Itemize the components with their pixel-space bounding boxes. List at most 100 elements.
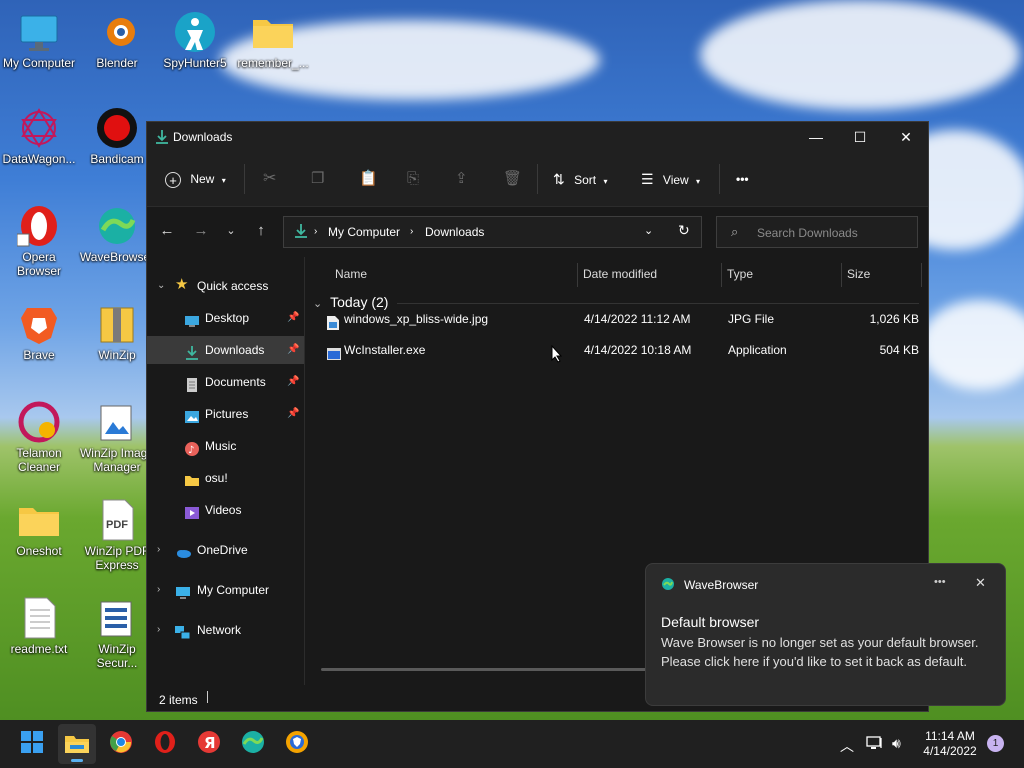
minimize-button[interactable]: — (793, 122, 839, 152)
title-bar[interactable]: Downloads — ☐ ✕ (147, 122, 928, 152)
bandicam-icon (95, 106, 139, 150)
more-options-button[interactable]: ••• (736, 167, 749, 191)
desktop-icon-blender[interactable]: Blender (78, 6, 156, 70)
search-box[interactable]: ⌕ Search Downloads (716, 216, 918, 248)
datawagon-icon (17, 106, 61, 150)
cut-button[interactable]: ✂ (263, 167, 276, 191)
clock-date: 4/14/2022 (923, 744, 977, 758)
notification-toast[interactable]: WaveBrowser ••• ✕ Default browser Wave B… (645, 563, 1006, 706)
sidebar-item-quick-access[interactable]: ⌄ ★ Quick access (147, 272, 304, 300)
rename-button[interactable]: ⎘ (407, 167, 419, 191)
up-button[interactable]: ↑ (249, 219, 273, 243)
maximize-button[interactable]: ☐ (837, 122, 883, 152)
share-button[interactable]: ⇪ (455, 167, 468, 191)
view-button[interactable]: ☰ View ▾ (641, 167, 700, 191)
notification-close-button[interactable]: ✕ (975, 575, 986, 591)
taskbar: Я ︿ 🔊︎ 11:14 AM 4/14/2022 1 (0, 720, 1024, 768)
sidebar-label: Downloads (205, 343, 265, 357)
desktop-icon-readme[interactable]: readme.txt (0, 592, 78, 656)
desktop-icon-remember[interactable]: remember_... (234, 6, 312, 70)
new-button[interactable]: + New ▾ (165, 167, 226, 191)
volume-icon[interactable]: 🔊︎ (892, 735, 901, 752)
taskbar-wavebrowser[interactable] (239, 730, 267, 758)
column-divider[interactable] (841, 263, 842, 287)
sidebar-item-music[interactable]: ♪ Music (147, 432, 304, 460)
sidebar-item-documents[interactable]: Documents 📌 (147, 368, 304, 396)
sidebar-item-pictures[interactable]: Pictures 📌 (147, 400, 304, 428)
column-divider[interactable] (921, 263, 922, 287)
brave-icon (17, 302, 61, 346)
column-header-size[interactable]: Size (847, 267, 870, 281)
taskbar-file-explorer[interactable] (58, 724, 96, 764)
back-button[interactable]: ← (155, 219, 179, 243)
file-type: Application (728, 343, 787, 357)
notification-badge[interactable]: 1 (987, 735, 1004, 752)
copy-button[interactable]: ❐ (311, 167, 324, 191)
computer-icon (175, 582, 190, 599)
forward-button[interactable]: → (189, 219, 213, 243)
taskbar-yandex[interactable]: Я (195, 730, 223, 758)
desktop-icon-brave[interactable]: Brave (0, 298, 78, 362)
notification-more-button[interactable]: ••• (934, 576, 946, 588)
file-row[interactable]: windows_xp_bliss-wide.jpg 4/14/2022 11:1… (323, 305, 923, 333)
desktop-icon-label: Blender (96, 56, 138, 70)
clock[interactable]: 11:14 AM 4/14/2022 (920, 729, 980, 759)
recent-locations-button[interactable]: ⌄ (219, 219, 243, 243)
desktop-icon-winzip-pdf[interactable]: PDF WinZip PDF Express (78, 494, 156, 572)
sort-button[interactable]: ⇅ Sort ▾ (553, 167, 607, 191)
column-header-name[interactable]: Name (335, 267, 367, 281)
sidebar-item-videos[interactable]: Videos (147, 496, 304, 524)
winzip-icon (95, 302, 139, 346)
taskbar-opera[interactable] (151, 730, 179, 758)
divider (719, 164, 720, 194)
file-row[interactable]: WcInstaller.exe 4/14/2022 10:18 AM Appli… (323, 336, 923, 364)
paste-button[interactable]: 📋 (359, 167, 378, 191)
column-header-type[interactable]: Type (727, 267, 753, 281)
folder-icon (65, 736, 89, 753)
desktop-icon-opera[interactable]: Opera Browser (0, 200, 78, 278)
taskbar-secure-browser[interactable] (283, 730, 311, 758)
breadcrumb-my-computer[interactable]: My Computer (328, 225, 400, 239)
column-divider[interactable] (577, 263, 578, 287)
desktop-icon-winzip-secure[interactable]: WinZip Secur... (78, 592, 156, 670)
sidebar-item-osu[interactable]: osu! (147, 464, 304, 492)
column-header-date[interactable]: Date modified (583, 267, 657, 281)
refresh-icon[interactable]: ↻ (678, 222, 690, 239)
sidebar-item-onedrive[interactable]: › OneDrive (147, 536, 304, 564)
svg-text:♪: ♪ (188, 445, 194, 456)
network-status-icon[interactable] (866, 734, 884, 755)
chevron-down-icon[interactable]: ⌄ (644, 224, 653, 237)
file-type: JPG File (728, 312, 775, 326)
desktop-icon-spyhunter[interactable]: SpyHunter5 (156, 6, 234, 70)
sidebar-item-my-computer[interactable]: › My Computer (147, 576, 304, 604)
opera-icon (16, 204, 61, 248)
desktop-icon-winzip[interactable]: WinZip (78, 298, 156, 362)
sort-icon: ⇅ (553, 171, 565, 187)
desktop-icon-datawagon[interactable]: DataWagon... (0, 102, 78, 166)
view-label: View (662, 173, 689, 187)
desktop-icon-telamon[interactable]: Telamon Cleaner (0, 396, 78, 474)
network-icon (175, 622, 191, 640)
sidebar-item-desktop[interactable]: Desktop 📌 (147, 304, 304, 332)
wavebrowser-icon (95, 204, 139, 248)
desktop-icon-wavebrowser[interactable]: WaveBrowser (78, 200, 156, 264)
taskbar-chrome[interactable] (107, 730, 135, 758)
horizontal-scrollbar[interactable] (321, 668, 651, 671)
desktop-icon-label: remember_... (237, 56, 309, 70)
desktop-icon-my-computer[interactable]: My Computer (0, 6, 78, 70)
delete-button[interactable]: 🗑 (503, 167, 522, 191)
show-hidden-icons-button[interactable]: ︿ (840, 736, 854, 756)
sidebar-item-downloads[interactable]: Downloads 📌 (147, 336, 304, 364)
breadcrumb-downloads[interactable]: Downloads (425, 225, 484, 239)
desktop-icon-winzip-image[interactable]: WinZip Image Manager (78, 396, 156, 474)
close-button[interactable]: ✕ (883, 122, 929, 152)
address-bar[interactable]: › My Computer › Downloads ⌄ ↻ (283, 216, 702, 248)
sidebar-item-network[interactable]: › Network (147, 616, 304, 644)
desktop-icon-bandicam[interactable]: Bandicam (78, 102, 156, 166)
column-divider[interactable] (721, 263, 722, 287)
desktop-icon-oneshot[interactable]: Oneshot (0, 494, 78, 558)
start-button[interactable] (18, 730, 46, 758)
desktop-icon-label: Oneshot (16, 544, 62, 558)
group-divider (397, 303, 919, 304)
file-date: 4/14/2022 10:18 AM (584, 343, 692, 357)
